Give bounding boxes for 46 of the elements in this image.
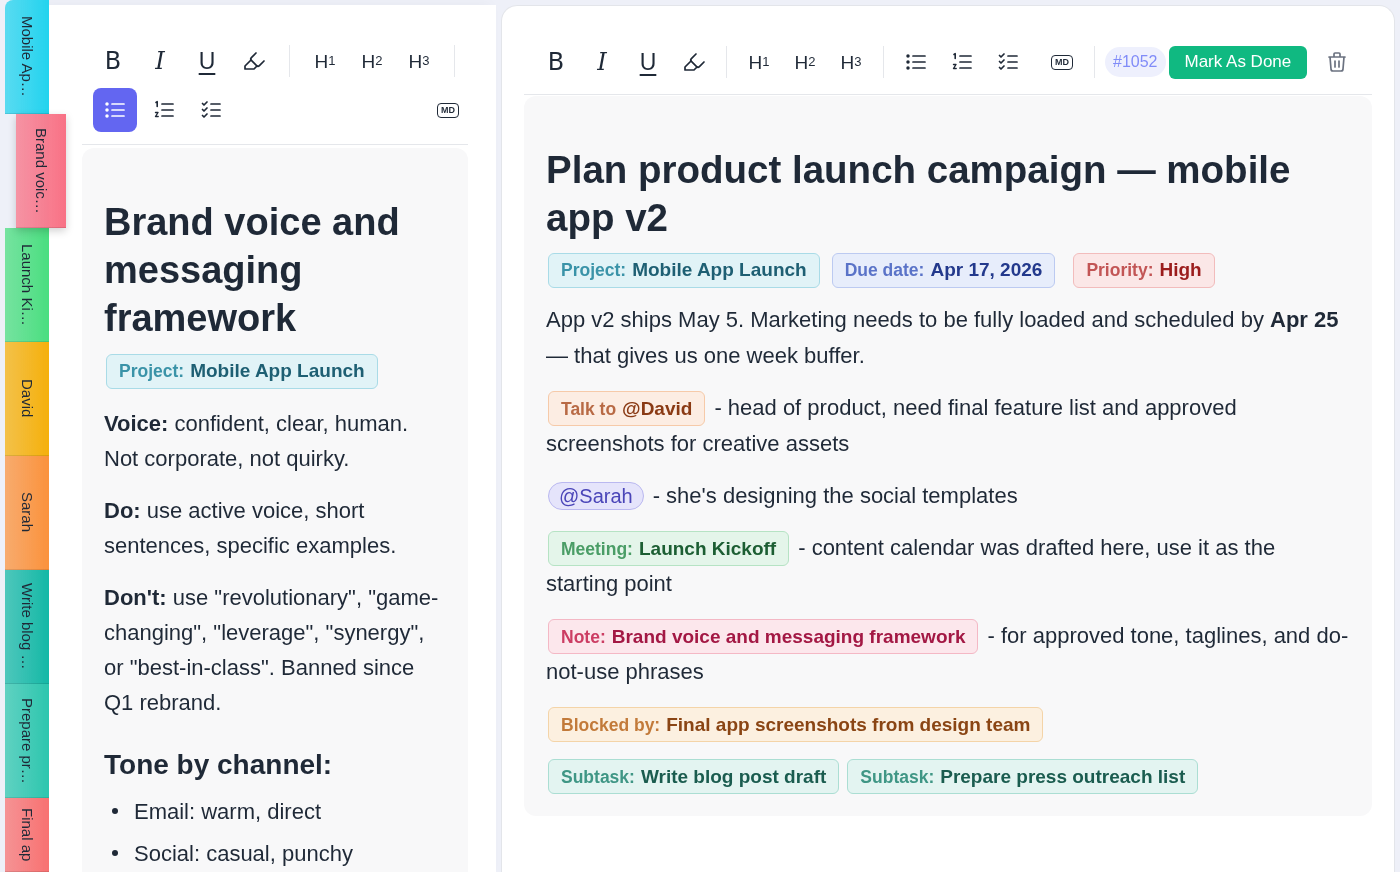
paragraph: Note: Brand voice and messaging framework - for approved tone, taglines, and do-not-use phrases xyxy=(546,618,1350,690)
task-id-badge: #1052 xyxy=(1105,47,1166,77)
note-tab[interactable]: Write blog … xyxy=(5,570,49,684)
paragraph: Meeting: Launch Kickoff - content calendar was drafted here, use it as the starting point xyxy=(546,530,1350,602)
section-heading: Tone by channel: xyxy=(104,748,334,782)
markdown-button[interactable]: MD xyxy=(1042,42,1082,82)
underline-button[interactable]: U xyxy=(187,41,227,81)
project-tag[interactable]: Project: Mobile App Launch xyxy=(548,253,820,288)
list-item: Email: warm, direct xyxy=(134,797,322,826)
paragraph: Talk to @David - head of product, need final feature list and approved screenshots for creative assets xyxy=(546,390,1350,462)
bullet-point xyxy=(112,850,118,856)
blocker-tag[interactable]: Blocked by: Final app screenshots from design team xyxy=(548,707,1044,742)
bullet-list-button[interactable] xyxy=(93,88,137,132)
italic-button[interactable]: I xyxy=(140,41,180,81)
highlighter-icon xyxy=(682,50,706,74)
priority-tag[interactable]: Priority: High xyxy=(1073,253,1215,288)
note-title: Brand voice and messaging framework xyxy=(104,200,401,341)
note-tab[interactable]: Prepare pr… xyxy=(5,684,49,798)
bullet-point xyxy=(112,808,118,814)
note-tab[interactable]: Mobile Ap… xyxy=(5,0,49,114)
paragraph: Do: use active voice, short sentences, specific examples. xyxy=(104,497,398,560)
mention-tag[interactable]: @Sarah xyxy=(548,482,644,510)
note-tab[interactable]: Brand voic… xyxy=(16,114,66,228)
note-tab[interactable]: Sarah xyxy=(5,456,49,570)
highlighter-icon xyxy=(242,49,266,73)
paragraph: Don't: use "revolutionary", "game-changing", "leverage", "synergy", or "best-in-class". Banned since Q1 rebrand. xyxy=(104,584,440,717)
italic-button[interactable]: I xyxy=(582,42,622,82)
person-tag[interactable]: Talk to @David xyxy=(548,391,706,426)
note-tab[interactable]: Final ap xyxy=(5,798,49,872)
markdown-button[interactable]: MD xyxy=(428,90,468,130)
list-item: Social: casual, punchy xyxy=(134,839,353,868)
bold-button[interactable]: B xyxy=(93,41,133,81)
project-tag[interactable]: Project: Mobile App Launch xyxy=(106,354,378,389)
note-tab[interactable]: David xyxy=(5,342,49,456)
subtask-tag[interactable]: Subtask: Write blog post draft xyxy=(548,759,840,794)
underline-button[interactable]: U xyxy=(628,42,668,82)
paragraph: App v2 ships May 5. Marketing needs to be fully loaded and scheduled by Apr 25 — that gives us one week buffer. xyxy=(546,306,1340,370)
due-date-tag[interactable]: Due date: Apr 17, 2026 xyxy=(831,253,1056,288)
meeting-tag[interactable]: Meeting: Launch Kickoff xyxy=(548,531,790,566)
subtask-tag[interactable]: Subtask: Prepare press outreach list xyxy=(847,759,1199,794)
bold-button[interactable]: B xyxy=(536,42,576,82)
note-tab[interactable]: Launch Ki… xyxy=(5,228,49,342)
paragraph: @Sarah - she's designing the social templates xyxy=(546,478,1350,514)
note-tag[interactable]: Note: Brand voice and messaging framework xyxy=(548,619,979,654)
paragraph: Voice: confident, clear, human. Not corporate, not quirky. xyxy=(104,410,410,473)
task-title: Plan product launch campaign — mobile app v2 xyxy=(546,147,1292,241)
